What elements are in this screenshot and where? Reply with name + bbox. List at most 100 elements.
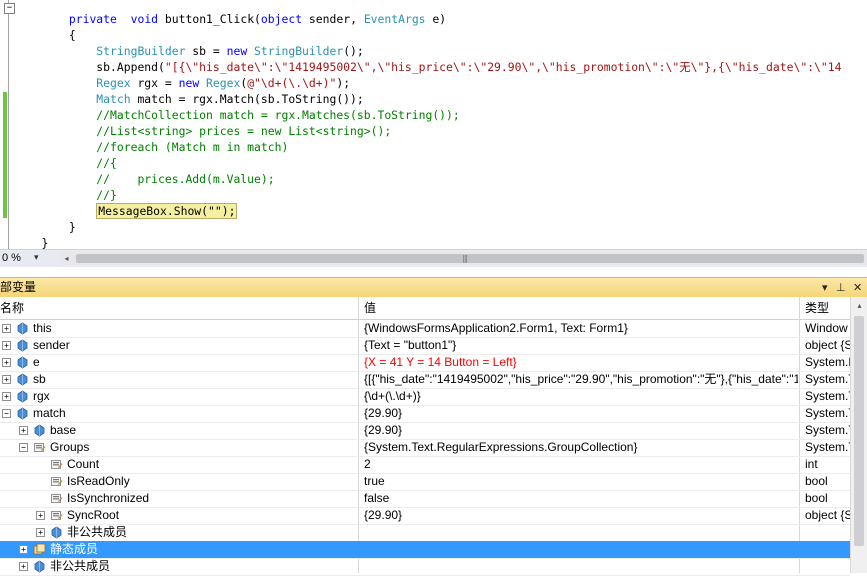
- collapse-icon[interactable]: −: [19, 443, 28, 452]
- code-token: StringBuilder: [254, 44, 344, 58]
- row-name: SyncRoot: [67, 508, 120, 522]
- code-token: StringBuilder: [96, 44, 186, 58]
- code-line[interactable]: }: [14, 235, 48, 249]
- row-type: Window: [805, 321, 848, 335]
- row-type: System.T: [805, 372, 850, 386]
- expand-icon[interactable]: +: [2, 341, 11, 350]
- code-token: sender,: [302, 12, 364, 26]
- row-name: this: [33, 321, 52, 335]
- code-line[interactable]: //List<string> prices = new List<string>…: [14, 123, 391, 139]
- table-row[interactable]: + 非公共成员: [0, 558, 850, 576]
- code-token: Regex: [206, 76, 241, 90]
- table-row[interactable]: Count 2 int: [0, 456, 850, 474]
- row-value[interactable]: {Text = "button1"}: [364, 337, 798, 354]
- scroll-up-icon[interactable]: ▴: [851, 297, 867, 314]
- field-icon: [50, 526, 63, 539]
- code-line[interactable]: //{: [14, 155, 117, 171]
- code-line[interactable]: //}: [14, 187, 117, 203]
- close-icon[interactable]: ✕: [853, 278, 862, 297]
- column-header-type[interactable]: 类型: [805, 297, 829, 319]
- table-row[interactable]: + sender {Text = "button1"} object {S: [0, 337, 850, 355]
- row-value[interactable]: {System.Text.RegularExpressions.GroupCol…: [364, 439, 798, 456]
- table-row[interactable]: + 静态成员: [0, 541, 850, 559]
- code-line[interactable]: //foreach (Match m in match): [14, 139, 288, 155]
- row-name: 非公共成员: [50, 559, 111, 573]
- code-token: "[{\"his_date\":\"1419495002\",\"his_pri…: [164, 60, 842, 74]
- expand-icon[interactable]: +: [2, 375, 11, 384]
- code-token: ();: [343, 44, 364, 58]
- table-row[interactable]: + e {X = 41 Y = 14 Button = Left} System.E: [0, 354, 850, 372]
- code-line[interactable]: {: [14, 27, 76, 43]
- table-row[interactable]: + 非公共成员: [0, 524, 850, 542]
- field-icon: [16, 339, 29, 352]
- code-line[interactable]: private void button1_Click(object sender…: [14, 11, 446, 27]
- dropdown-icon[interactable]: ▾: [822, 278, 828, 297]
- property-icon: [50, 475, 63, 488]
- pane-title: 部变量: [0, 280, 37, 294]
- row-value[interactable]: 2: [364, 456, 798, 473]
- row-value[interactable]: {29.90}: [364, 507, 798, 524]
- table-row[interactable]: − match {29.90} System.T: [0, 405, 850, 423]
- row-value[interactable]: {X = 41 Y = 14 Button = Left}: [364, 354, 798, 371]
- horizontal-scroll-thumb[interactable]: |||: [76, 254, 864, 263]
- zoom-level[interactable]: 0 %: [0, 250, 46, 266]
- vertical-scroll-thumb[interactable]: [854, 316, 864, 546]
- table-row[interactable]: + sb {[{"his_date":"1419495002","his_price…: [0, 371, 850, 389]
- collapse-icon[interactable]: −: [2, 409, 11, 418]
- row-value[interactable]: {\d+(\.\d+)}: [364, 388, 798, 405]
- row-value[interactable]: false: [364, 490, 798, 507]
- row-value[interactable]: {29.90}: [364, 422, 798, 439]
- expand-icon[interactable]: +: [2, 392, 11, 401]
- vertical-scrollbar[interactable]: ▴: [850, 297, 867, 573]
- code-line[interactable]: StringBuilder sb = new StringBuilder();: [14, 43, 364, 59]
- code-token: private: [68, 12, 117, 26]
- expand-icon[interactable]: +: [2, 358, 11, 367]
- row-value[interactable]: true: [364, 473, 798, 490]
- expand-icon[interactable]: +: [19, 562, 28, 571]
- expand-icon[interactable]: +: [19, 545, 28, 554]
- row-value[interactable]: {[{"his_date":"1419495002","his_price":"…: [364, 371, 798, 388]
- expand-icon[interactable]: +: [36, 528, 45, 537]
- table-row[interactable]: + rgx {\d+(\.\d+)} System.T: [0, 388, 850, 406]
- column-header-value[interactable]: 值: [364, 297, 376, 319]
- field-icon: [16, 322, 29, 335]
- row-type: int: [805, 457, 818, 471]
- code-line[interactable]: Regex rgx = new Regex(@"\d+(\.\d+)");: [14, 75, 350, 91]
- table-row[interactable]: − Groups {System.Text.RegularExpressions.G…: [0, 439, 850, 457]
- scroll-left-icon[interactable]: ◂: [60, 252, 73, 265]
- field-icon: [16, 356, 29, 369]
- row-value[interactable]: {WindowsFormsApplication2.Form1, Text: F…: [364, 320, 798, 337]
- expand-icon[interactable]: +: [19, 426, 28, 435]
- code-token: //List<string> prices = new List<string>…: [96, 124, 392, 138]
- code-line[interactable]: // prices.Add(m.Value);: [14, 171, 274, 187]
- code-token: new: [178, 76, 200, 90]
- table-row[interactable]: IsSynchronized false bool: [0, 490, 850, 508]
- static-members-icon: [33, 543, 46, 556]
- row-value[interactable]: {29.90}: [364, 405, 798, 422]
- table-row[interactable]: + this {WindowsFormsApplication2.Form1, Te…: [0, 320, 850, 338]
- code-token: sb =: [185, 44, 227, 58]
- code-token: //MatchCollection match = rgx.Matches(sb…: [96, 108, 460, 122]
- code-line[interactable]: Match match = rgx.Match(sb.ToString());: [14, 91, 363, 107]
- row-name: sb: [33, 372, 46, 386]
- code-line[interactable]: }: [14, 219, 76, 235]
- column-header-name[interactable]: 名称: [0, 297, 24, 319]
- horizontal-scrollbar[interactable]: ◂ |||: [60, 252, 867, 265]
- table-row[interactable]: + SyncRoot {29.90} object {S: [0, 507, 850, 525]
- expand-icon[interactable]: +: [36, 511, 45, 520]
- row-name: rgx: [33, 389, 50, 403]
- table-row[interactable]: + base {29.90} System.T: [0, 422, 850, 440]
- pin-icon[interactable]: ⊥: [836, 278, 846, 297]
- expand-icon[interactable]: +: [2, 324, 11, 333]
- code-line[interactable]: sb.Append("[{\"his_date\":\"1419495002\"…: [14, 59, 841, 75]
- field-icon: [33, 424, 46, 437]
- field-icon: [16, 407, 29, 420]
- code-token: new: [226, 44, 248, 58]
- code-editor[interactable]: − private void button1_Click(object send…: [0, 0, 867, 249]
- code-line[interactable]: MessageBox.Show("");: [14, 203, 238, 219]
- code-line[interactable]: //MatchCollection match = rgx.Matches(sb…: [14, 107, 460, 123]
- zoom-dropdown-icon[interactable]: ▾: [34, 250, 39, 266]
- locals-pane-title-bar[interactable]: 部变量 ▾ ⊥ ✕: [0, 277, 867, 298]
- table-row[interactable]: IsReadOnly true bool: [0, 473, 850, 491]
- code-token: //foreach (Match m in match): [96, 140, 289, 154]
